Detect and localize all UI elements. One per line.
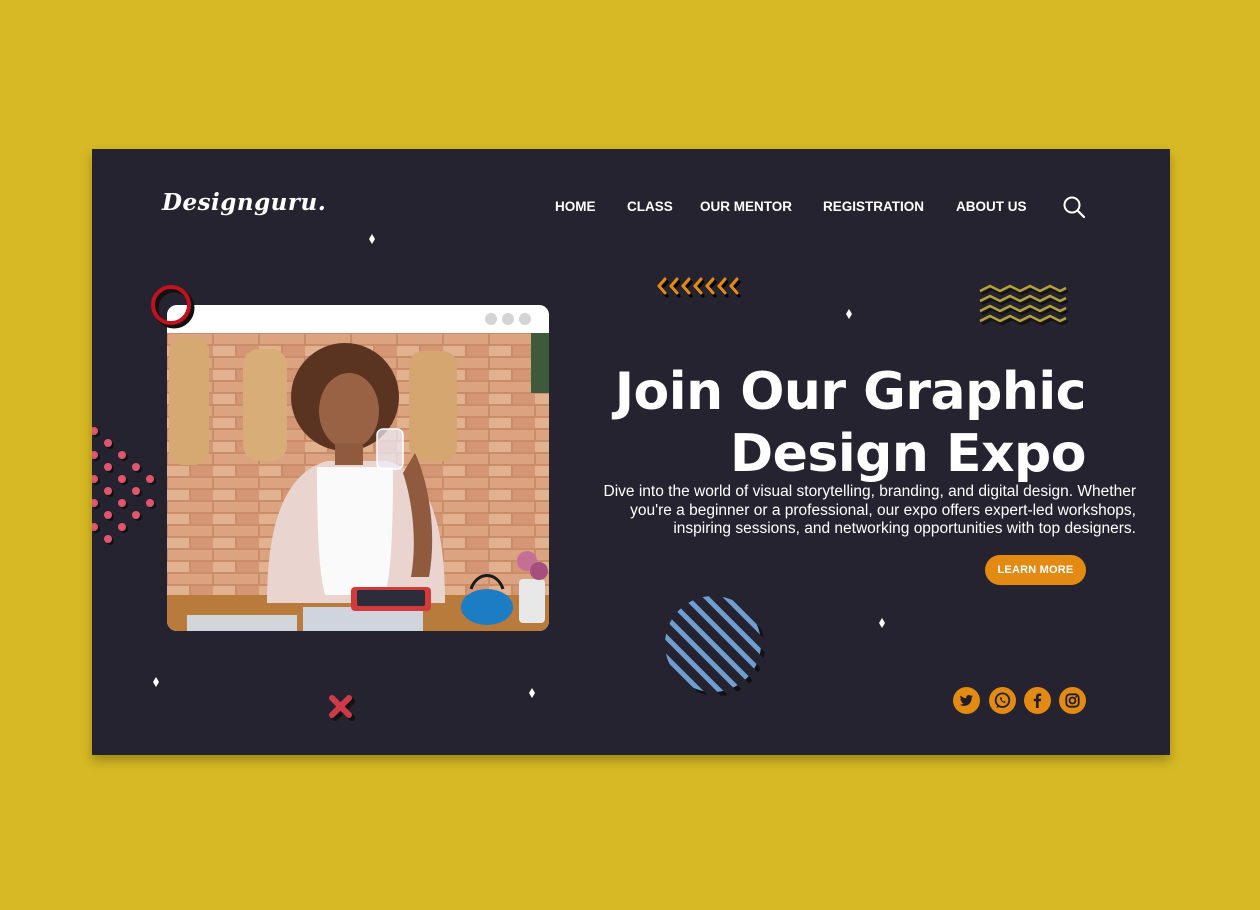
headline-line: Join Our Graphic [614,362,1087,422]
sparkle-icon [153,677,159,687]
description-line: inspiring sessions, and networking oppor… [673,520,1136,537]
whatsapp-icon[interactable] [989,687,1016,714]
twitter-icon[interactable] [953,687,980,714]
nav-about-us[interactable]: ABOUT US [956,199,1027,214]
description-line: you're a beginner or a professional, our… [630,501,1136,519]
nav-home[interactable]: HOME [555,199,596,214]
description-line: Dive into the world of visual storytelli… [603,483,1136,500]
learn-more-button[interactable]: LEARN MORE [985,555,1086,585]
nav-registration[interactable]: REGISTRATION [823,199,924,214]
sparkle-icon [846,309,852,319]
hero-photo [167,333,549,631]
headline-line: Design Expo [729,424,1087,484]
photo-window [167,305,549,631]
window-dot-icon [519,313,531,325]
window-dot-icon [485,313,497,325]
hero-description: Dive into the world of visual storytelli… [536,483,1136,539]
striped-circle-decoration [665,596,765,696]
hero-headline: Join Our Graphic Design Expo [526,361,1087,485]
sparkle-icon [529,688,535,698]
window-dot-icon [502,313,514,325]
landing-card: Designguru. HOME CLASS OUR MENTOR REGIST… [92,149,1170,755]
facebook-icon[interactable] [1024,687,1051,714]
main-nav: HOME CLASS OUR MENTOR REGISTRATION ABOUT… [92,199,1170,219]
chevrons-decoration [657,277,741,298]
sparkle-icon [879,618,885,628]
sparkle-icon [369,234,375,244]
ring-decoration [151,285,195,329]
instagram-icon[interactable] [1059,687,1086,714]
window-title-bar [167,305,549,333]
dot-grid-decoration [92,427,156,545]
cross-decoration [329,695,355,721]
nav-our-mentor[interactable]: OUR MENTOR [700,199,792,214]
search-icon[interactable] [1062,195,1086,219]
zigzag-decoration [979,284,1069,326]
nav-class[interactable]: CLASS [627,199,673,214]
